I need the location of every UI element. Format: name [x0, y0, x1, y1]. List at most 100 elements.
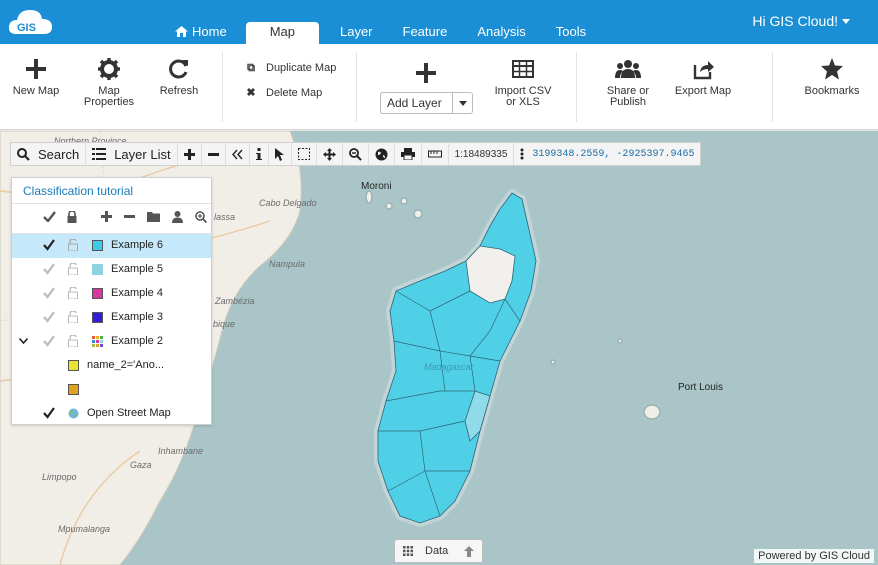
layer-name: Example 2	[111, 335, 163, 347]
import-csv-button[interactable]: Import CSV or XLS	[492, 58, 554, 108]
map-label-cabo-delgado: Cabo Delgado	[259, 198, 317, 208]
check-icon[interactable]	[43, 287, 55, 299]
layer-name: Example 4	[111, 287, 163, 299]
export-map-button[interactable]: Export Map	[672, 58, 734, 97]
gear-icon	[98, 58, 120, 80]
chevron-down-icon[interactable]	[19, 338, 28, 344]
remove-layer-icon[interactable]	[121, 211, 137, 227]
ribbon-separator	[576, 52, 577, 122]
folder-icon[interactable]	[145, 211, 161, 227]
layer-color-swatch	[92, 264, 103, 275]
bookmarks-button[interactable]: Bookmarks	[800, 58, 864, 97]
print-button[interactable]	[395, 143, 422, 165]
share-publish-button[interactable]: Share or Publish	[600, 58, 656, 108]
select-pointer-button[interactable]	[269, 143, 292, 165]
add-layer-dropdown[interactable]: Add Layer	[380, 92, 473, 114]
check-all-icon[interactable]	[41, 211, 57, 227]
arrow-up-icon	[464, 545, 475, 557]
printer-icon	[400, 148, 415, 160]
users-icon	[615, 60, 641, 78]
zoom-box-button[interactable]	[343, 143, 369, 165]
unlock-icon[interactable]	[68, 239, 78, 251]
cursor-coordinates: 3199348.2559, -2925397.9465	[532, 148, 695, 160]
add-layer-icon-button[interactable]	[414, 62, 438, 90]
ribbon-toolbar: New Map Map Properties Refresh ⧉ Duplicat…	[0, 44, 878, 130]
search-button[interactable]: Search	[11, 143, 87, 165]
map-label-bique: bique	[213, 319, 236, 329]
tab-layer[interactable]: Layer	[325, 22, 388, 44]
globe-button[interactable]	[369, 143, 395, 165]
map-label-port-louis: Port Louis	[678, 382, 724, 393]
unlock-icon[interactable]	[68, 335, 78, 347]
caret-down-icon	[842, 19, 850, 24]
layer-row-example-5[interactable]: Example 5	[12, 258, 211, 282]
layer-row-open-street-map[interactable]: Open Street Map	[12, 402, 211, 426]
new-map-button[interactable]: New Map	[10, 58, 62, 97]
unlock-icon[interactable]	[68, 287, 78, 299]
powered-by-footer: Powered by GIS Cloud	[754, 549, 874, 563]
pan-button[interactable]	[317, 143, 343, 165]
layer-row-example-3[interactable]: Example 3	[12, 306, 211, 330]
zoom-icon	[348, 147, 362, 161]
layer-name: Example 3	[111, 311, 163, 323]
check-icon[interactable]	[43, 263, 55, 275]
data-panel-tab[interactable]: Data	[394, 539, 483, 563]
grid-icon	[403, 546, 413, 556]
svg-text:GIS: GIS	[17, 22, 36, 34]
duplicate-map-button[interactable]: ⧉ Duplicate Map	[244, 62, 336, 75]
collapse-toolbar-button[interactable]	[226, 143, 250, 165]
layer-row-example-6[interactable]: Example 6	[12, 234, 211, 258]
user-menu[interactable]: Hi GIS Cloud!	[752, 13, 850, 29]
layer-color-swatch	[92, 288, 103, 299]
add-layer-icon[interactable]	[98, 211, 114, 227]
measure-button[interactable]	[422, 143, 449, 165]
tab-feature[interactable]: Feature	[388, 22, 463, 44]
unlock-icon[interactable]	[68, 263, 78, 275]
sub-class-row[interactable]: name_2='Ano...	[12, 354, 211, 378]
refresh-button[interactable]: Refresh	[156, 58, 202, 97]
gis-cloud-logo[interactable]: GIS	[6, 4, 54, 40]
vertical-dots-icon	[520, 148, 524, 160]
top-navbar: GIS Home Map Layer Feature Analysis Tool…	[0, 0, 878, 44]
box-select-button[interactable]	[292, 143, 317, 165]
sub-class-row[interactable]	[12, 378, 211, 402]
tab-map[interactable]: Map	[245, 22, 319, 44]
lock-icon[interactable]	[64, 210, 80, 227]
check-icon[interactable]	[43, 311, 55, 323]
tab-feature-label: Feature	[402, 24, 448, 39]
ribbon-separator	[222, 52, 223, 122]
move-icon	[322, 147, 336, 161]
tab-home[interactable]: Home	[160, 22, 242, 44]
tab-layer-label: Layer	[339, 24, 373, 39]
layer-panel-title: Classification tutorial	[12, 178, 211, 204]
check-icon[interactable]	[43, 335, 55, 347]
zoom-to-layer-icon[interactable]	[193, 211, 209, 227]
tab-analysis[interactable]: Analysis	[462, 22, 540, 44]
zoom-out-button[interactable]	[202, 143, 226, 165]
import-csv-label: Import CSV or XLS	[494, 85, 552, 108]
ribbon-separator	[356, 52, 357, 122]
unlock-icon[interactable]	[68, 311, 78, 323]
layer-row-example-2[interactable]: Example 2	[12, 330, 211, 354]
check-icon[interactable]	[43, 407, 55, 419]
layer-row-example-4[interactable]: Example 4	[12, 282, 211, 306]
coordinates-menu-button[interactable]: 3199348.2559, -2925397.9465	[514, 143, 700, 165]
map-properties-label: Map Properties	[83, 85, 135, 108]
layer-panel: Classification tutorial Example 6 Exampl…	[11, 177, 212, 425]
check-icon[interactable]	[43, 239, 55, 251]
map-properties-button[interactable]: Map Properties	[80, 58, 138, 108]
table-icon	[512, 60, 534, 78]
close-icon: ✖	[246, 87, 256, 99]
delete-map-button[interactable]: ✖ Delete Map	[244, 86, 322, 99]
ruler-icon	[427, 150, 442, 158]
layer-list-button[interactable]: Layer List	[86, 143, 178, 165]
globe-icon	[375, 148, 388, 160]
tab-tools[interactable]: Tools	[541, 22, 601, 44]
map-label-gaza: Gaza	[130, 460, 152, 470]
zoom-in-button[interactable]	[178, 143, 202, 165]
map-label-zambezia: Zambézia	[215, 296, 255, 306]
info-button[interactable]	[250, 143, 269, 165]
minus-icon	[207, 152, 219, 156]
user-icon[interactable]	[169, 211, 185, 227]
tab-map-label: Map	[269, 24, 295, 39]
